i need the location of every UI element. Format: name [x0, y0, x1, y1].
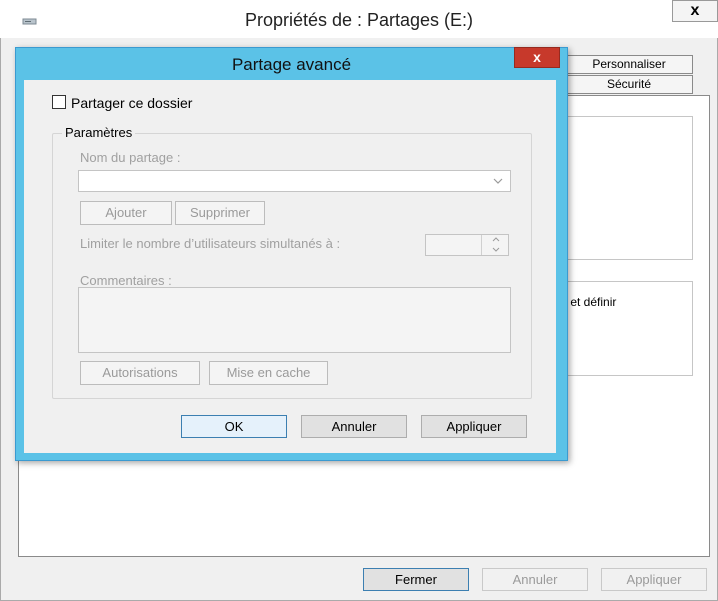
share-folder-checkbox[interactable] [52, 95, 66, 109]
network-share-group [555, 116, 693, 260]
tab-securite[interactable]: Sécurité [565, 75, 693, 94]
outer-apply-button[interactable]: Appliquer [601, 568, 707, 591]
comments-textarea[interactable] [78, 287, 511, 353]
dialog-cancel-button[interactable]: Annuler [301, 415, 407, 438]
properties-title: Propriétés de : Partages (E:) [244, 10, 474, 30]
properties-close-button[interactable]: x [672, 0, 718, 22]
ok-button[interactable]: OK [181, 415, 287, 438]
fermer-button[interactable]: Fermer [363, 568, 469, 591]
add-share-button[interactable]: Ajouter [80, 201, 172, 225]
outer-cancel-button[interactable]: Annuler [482, 568, 588, 591]
caching-button[interactable]: Mise en cache [209, 361, 328, 385]
chevron-down-icon[interactable] [488, 173, 508, 189]
permissions-button[interactable]: Autorisations [80, 361, 200, 385]
dialog-close-button[interactable]: x [514, 47, 560, 68]
settings-legend: Paramètres [62, 125, 136, 140]
dialog-title: Partage avancé [231, 55, 352, 74]
chevron-up-icon[interactable] [483, 235, 508, 245]
share-name-combobox[interactable] [78, 170, 511, 192]
dialog-apply-button[interactable]: Appliquer [421, 415, 527, 438]
close-icon: x [533, 49, 541, 65]
user-limit-label: Limiter le nombre d’utilisateurs simulta… [80, 236, 341, 251]
chevron-down-icon[interactable] [483, 245, 508, 255]
comments-label: Commentaires : [80, 273, 172, 288]
spinner-divider [481, 235, 482, 255]
close-icon: x [690, 2, 700, 19]
tab-personnaliser[interactable]: Personnaliser [565, 55, 693, 74]
remove-share-button[interactable]: Supprimer [175, 201, 265, 225]
advanced-share-description: s et définir [561, 295, 617, 309]
share-folder-label[interactable]: Partager ce dossier [71, 95, 192, 111]
share-name-label: Nom du partage : [80, 150, 181, 165]
